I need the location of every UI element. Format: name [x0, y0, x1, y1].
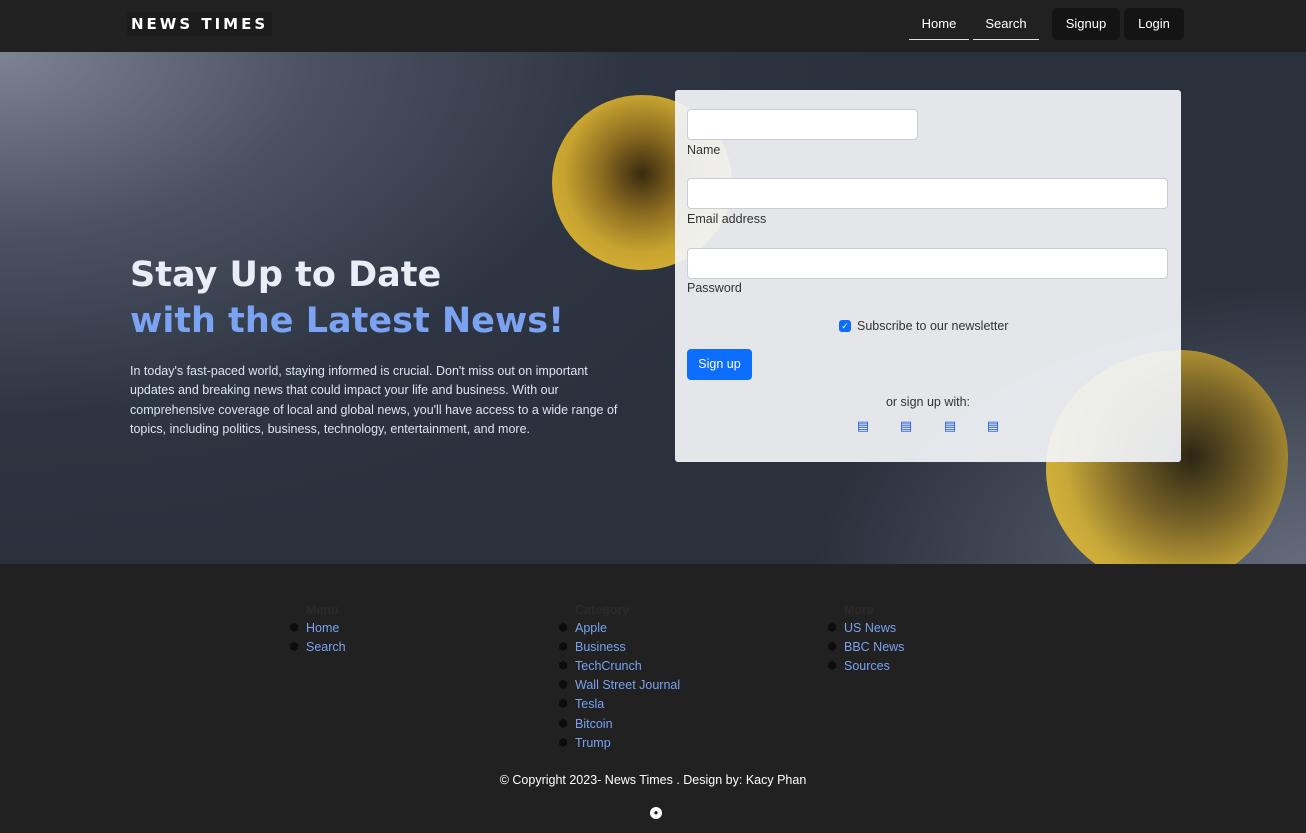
footer-link-us-news[interactable]: US News: [844, 621, 896, 635]
brand-logo[interactable]: NEWS TIMES: [127, 12, 273, 36]
github-icon[interactable]: ●: [650, 807, 662, 819]
hero-title: Stay Up to Date with the Latest News!: [130, 252, 564, 344]
social-icon-1[interactable]: ▤: [856, 419, 870, 433]
password-label: Password: [687, 281, 742, 295]
hero-title-line1: Stay Up to Date: [130, 255, 442, 295]
nav-link-search[interactable]: Search: [973, 8, 1039, 40]
social-icon-2[interactable]: ▤: [899, 419, 913, 433]
box-icon: ⬢: [558, 641, 568, 653]
footer-link-sources[interactable]: Sources: [844, 659, 890, 673]
footer-link-home[interactable]: Home: [306, 621, 339, 635]
email-label: Email address: [687, 212, 767, 226]
footer-link-search[interactable]: Search: [306, 640, 346, 654]
box-icon: ⬢: [827, 641, 837, 653]
social-icon-4[interactable]: ▤: [986, 419, 1000, 433]
signup-button[interactable]: Signup: [1052, 8, 1120, 40]
newsletter-checkbox[interactable]: ✓: [839, 320, 851, 332]
footer-heading-menu: Menu: [306, 603, 339, 617]
copyright-text: © Copyright 2023- News Times . Design by…: [499, 773, 807, 787]
signup-submit-button[interactable]: Sign up: [687, 349, 752, 380]
footer-link-trump[interactable]: Trump: [575, 736, 611, 750]
email-input[interactable]: [687, 178, 1168, 209]
nav-link-home[interactable]: Home: [909, 8, 969, 40]
navbar: NEWS TIMES Home Search Signup Login: [0, 0, 1306, 52]
signup-form-card: Name Email address Password ✓ Subscribe …: [675, 90, 1181, 462]
box-icon: ⬢: [289, 622, 299, 634]
footer-link-techcrunch[interactable]: TechCrunch: [575, 659, 642, 673]
hero-description: In today's fast-paced world, staying inf…: [130, 364, 618, 436]
box-icon: ⬢: [827, 660, 837, 672]
hero-title-line2: with the Latest News!: [130, 301, 565, 341]
footer: Menu ⬢ Home ⬢ Search Category ⬢ Apple ⬢ …: [0, 564, 1306, 833]
box-icon: ⬢: [558, 679, 568, 691]
social-icon-3[interactable]: ▤: [943, 419, 957, 433]
box-icon: ⬢: [558, 718, 568, 730]
footer-link-bitcoin[interactable]: Bitcoin: [575, 717, 613, 731]
box-icon: ⬢: [558, 622, 568, 634]
login-button[interactable]: Login: [1124, 8, 1184, 40]
box-icon: ⬢: [289, 641, 299, 653]
footer-link-business[interactable]: Business: [575, 640, 626, 654]
footer-link-tesla[interactable]: Tesla: [575, 697, 604, 711]
box-icon: ⬢: [827, 622, 837, 634]
box-icon: ⬢: [558, 737, 568, 749]
newsletter-label: Subscribe to our newsletter: [857, 319, 1009, 333]
footer-heading-category: Category: [575, 603, 630, 617]
password-input[interactable]: [687, 248, 1168, 279]
footer-link-bbc-news[interactable]: BBC News: [844, 640, 904, 654]
box-icon: ⬢: [558, 698, 568, 710]
footer-link-wsj[interactable]: Wall Street Journal: [575, 678, 680, 692]
box-icon: ⬢: [558, 660, 568, 672]
social-signup-text: or sign up with:: [885, 395, 971, 409]
name-label: Name: [687, 143, 721, 157]
name-input[interactable]: [687, 109, 918, 140]
footer-link-apple[interactable]: Apple: [575, 621, 607, 635]
footer-heading-more: More: [844, 603, 874, 617]
